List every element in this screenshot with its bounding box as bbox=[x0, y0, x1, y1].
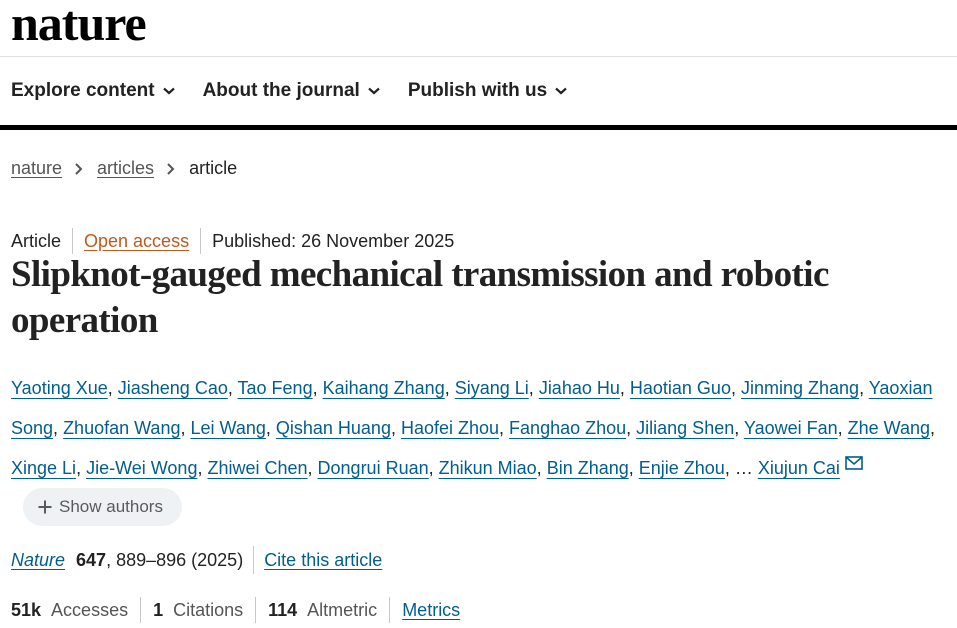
meta-divider bbox=[72, 228, 74, 254]
metrics-divider bbox=[140, 597, 142, 623]
meta-divider bbox=[200, 228, 202, 254]
chevron-right-icon bbox=[75, 162, 83, 175]
author-link[interactable]: Jiliang Shen bbox=[636, 418, 734, 438]
altmetric-label: Altmetric bbox=[307, 599, 378, 620]
chevron-down-icon bbox=[162, 87, 175, 95]
nav-about-journal[interactable]: About the journal bbox=[203, 80, 380, 102]
plus-icon bbox=[38, 500, 52, 514]
published-date: Published: 26 November 2025 bbox=[212, 230, 455, 251]
nav-explore-content-label: Explore content bbox=[11, 80, 155, 101]
accesses-label: Accesses bbox=[51, 599, 129, 620]
author-link[interactable]: Zhuofan Wang bbox=[63, 418, 180, 438]
metrics-divider bbox=[255, 597, 257, 623]
author-link[interactable]: Haotian Guo bbox=[630, 378, 731, 398]
author-link[interactable]: Jiahao Hu bbox=[539, 378, 620, 398]
author-link[interactable]: Bin Zhang bbox=[547, 458, 629, 478]
author-link[interactable]: Jie-Wei Wong bbox=[86, 458, 197, 478]
open-access-link[interactable]: Open access bbox=[84, 231, 189, 252]
author-link[interactable]: Haofei Zhou bbox=[401, 418, 499, 438]
author-link[interactable]: Jiasheng Cao bbox=[118, 378, 228, 398]
chevron-down-icon bbox=[368, 87, 380, 95]
nav-explore-content[interactable]: Explore content bbox=[11, 80, 175, 102]
accesses-count: 51k bbox=[11, 599, 42, 620]
author-link[interactable]: Jinming Zhang bbox=[741, 378, 859, 398]
author-link[interactable]: Fanghao Zhou bbox=[509, 418, 626, 438]
pages-year: , 889–896 (2025) bbox=[106, 549, 244, 570]
nav-publish-with-us[interactable]: Publish with us bbox=[408, 80, 567, 102]
header-divider bbox=[0, 56, 957, 57]
altmetric-score: 114 bbox=[268, 599, 298, 620]
breadcrumb: nature articles article bbox=[11, 158, 237, 179]
author-list: Yaoting Xue, Jiasheng Cao, Tao Feng, Kai… bbox=[11, 368, 946, 528]
author-link[interactable]: Tao Feng bbox=[238, 378, 313, 398]
author-link[interactable]: Kaihang Zhang bbox=[323, 378, 445, 398]
article-type: Article bbox=[11, 230, 62, 251]
article-meta: Article Open access Published: 26 Novemb… bbox=[11, 228, 454, 254]
chevron-right-icon bbox=[167, 162, 175, 175]
author-link[interactable]: Enjie Zhou bbox=[639, 458, 725, 478]
chevron-down-icon bbox=[555, 87, 567, 95]
author-link[interactable]: Yaowei Fan bbox=[744, 418, 838, 438]
author-link[interactable]: Siyang Li bbox=[455, 378, 529, 398]
nature-logo[interactable]: nature bbox=[11, 0, 147, 52]
citation-divider bbox=[253, 546, 255, 574]
metrics-link[interactable]: Metrics bbox=[402, 600, 460, 621]
citations-count: 1 bbox=[153, 599, 164, 620]
envelope-icon[interactable] bbox=[845, 456, 863, 470]
author-link[interactable]: Lei Wang bbox=[190, 418, 265, 438]
author-link[interactable]: Zhe Wang bbox=[848, 418, 930, 438]
volume: 647 bbox=[76, 549, 107, 570]
breadcrumb-current: article bbox=[189, 158, 238, 178]
authors-ellipsis: … bbox=[734, 458, 753, 478]
article-title: Slipknot-gauged mechanical transmission … bbox=[11, 254, 829, 341]
author-link[interactable]: Yaoting Xue bbox=[11, 378, 108, 398]
breadcrumb-articles-link[interactable]: articles bbox=[97, 158, 154, 179]
nav-about-journal-label: About the journal bbox=[202, 80, 360, 101]
metrics-divider bbox=[389, 597, 391, 623]
breadcrumb-home-link[interactable]: nature bbox=[11, 158, 62, 179]
author-link-last[interactable]: Xiujun Cai bbox=[758, 458, 840, 478]
citations-label: Citations bbox=[173, 599, 244, 620]
nav-divider bbox=[0, 125, 957, 130]
article-metrics: 51k Accesses 1 Citations 114 Altmetric M… bbox=[11, 597, 460, 623]
citation-line: Nature 647 , 889–896 (2025) Cite this ar… bbox=[11, 546, 382, 574]
show-authors-label: Show authors bbox=[59, 497, 163, 517]
author-link[interactable]: Qishan Huang bbox=[276, 418, 391, 438]
journal-link[interactable]: Nature bbox=[11, 550, 65, 571]
author-link[interactable]: Zhikun Miao bbox=[439, 458, 537, 478]
author-link[interactable]: Dongrui Ruan bbox=[318, 458, 429, 478]
show-authors-button[interactable]: Show authors bbox=[23, 488, 182, 527]
author-link[interactable]: Xinge Li bbox=[11, 458, 76, 478]
main-nav: Explore content About the journal Publis… bbox=[11, 80, 595, 102]
author-link[interactable]: Zhiwei Chen bbox=[207, 458, 307, 478]
cite-this-article-link[interactable]: Cite this article bbox=[264, 550, 382, 571]
nav-publish-with-us-label: Publish with us bbox=[407, 80, 548, 101]
